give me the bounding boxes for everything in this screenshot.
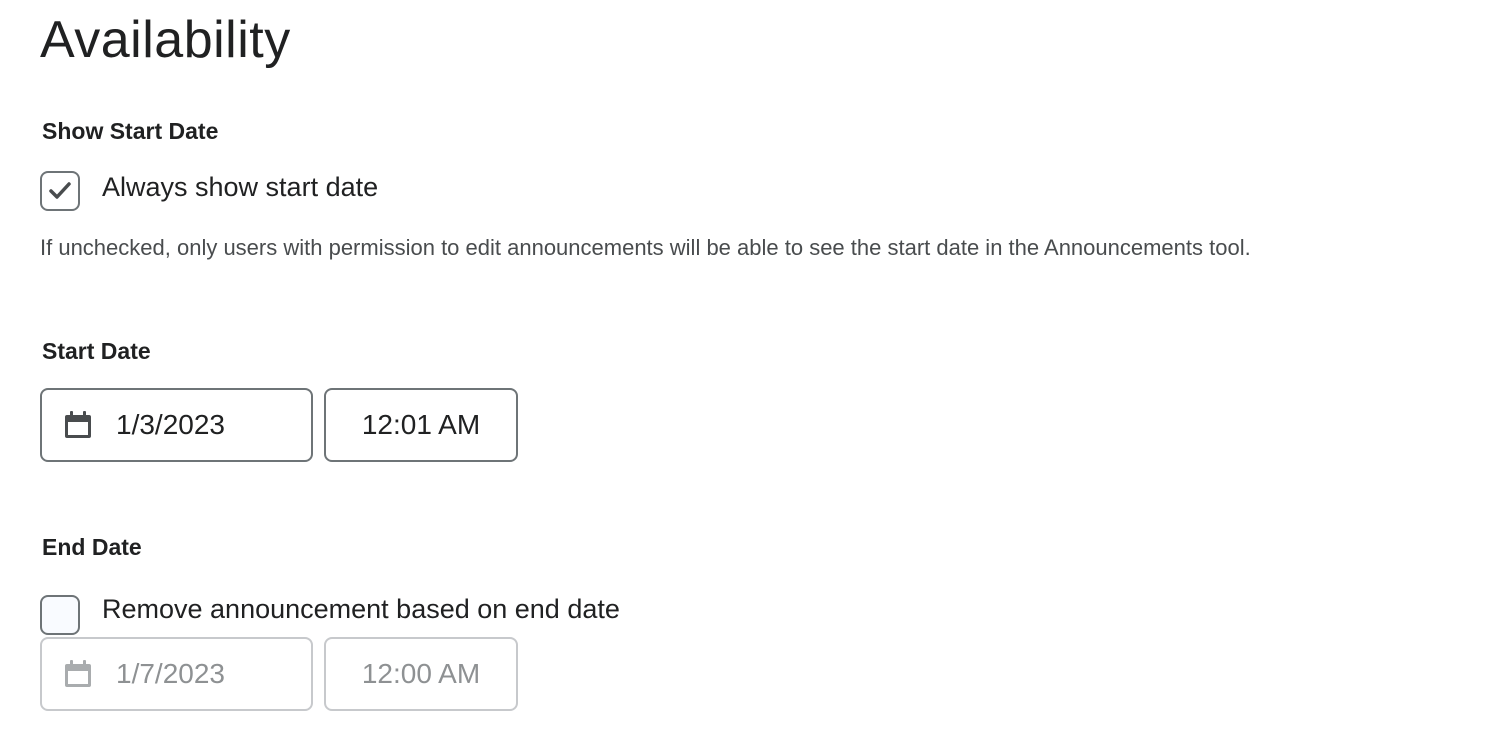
remove-announcement-label[interactable]: Remove announcement based on end date: [102, 594, 620, 625]
end-time-input[interactable]: 12:00 AM: [324, 637, 518, 711]
end-date-label: End Date: [42, 534, 142, 560]
checkmark-icon: [49, 182, 71, 199]
start-time-input[interactable]: 12:01 AM: [324, 388, 518, 462]
remove-announcement-checkbox[interactable]: [40, 595, 80, 635]
calendar-icon: [65, 411, 91, 438]
start-date-label: Start Date: [42, 338, 151, 364]
always-show-start-date-label[interactable]: Always show start date: [102, 172, 378, 203]
start-date-input[interactable]: 1/3/2023: [40, 388, 313, 462]
always-show-start-date-checkbox[interactable]: [40, 171, 80, 211]
end-date-value: 1/7/2023: [116, 658, 225, 689]
show-start-date-help-text: If unchecked, only users with permission…: [40, 235, 1251, 260]
end-date-input[interactable]: 1/7/2023: [40, 637, 313, 711]
end-time-value: 12:00 AM: [361, 658, 481, 689]
page-title: Availability: [40, 11, 291, 69]
availability-page: Availability Show Start Date Always show…: [0, 0, 1512, 754]
calendar-icon: [65, 660, 91, 687]
start-date-value: 1/3/2023: [116, 409, 225, 440]
show-start-date-label: Show Start Date: [42, 118, 219, 144]
start-time-value: 12:01 AM: [361, 409, 481, 440]
